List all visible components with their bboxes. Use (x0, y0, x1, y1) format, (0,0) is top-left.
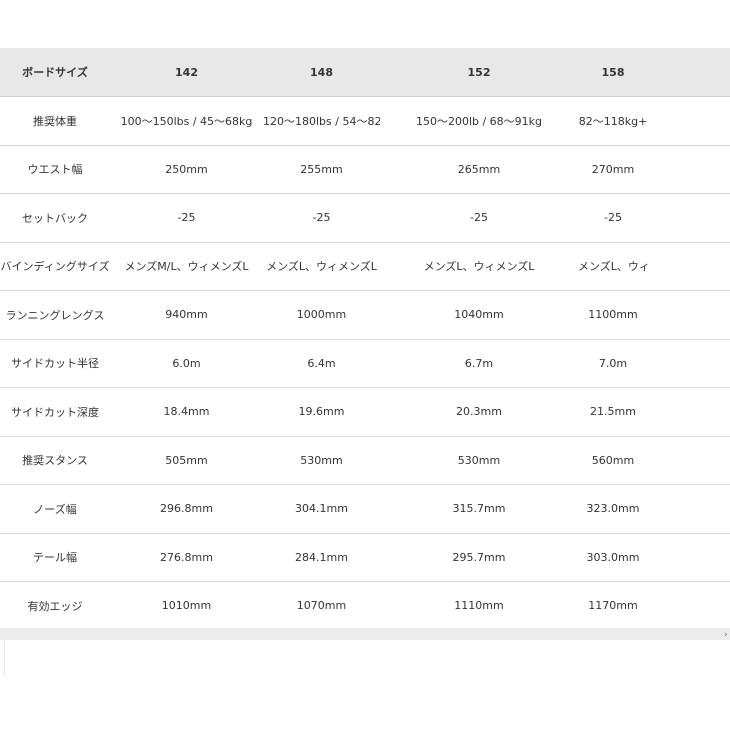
table-cell: 100～150lbs / 45～68kg (110, 96, 263, 146)
table-cell: 19.6mm (263, 387, 380, 437)
table-cell: 82～118kg+ (578, 96, 648, 146)
row-label: ウエスト幅 (0, 145, 110, 194)
spec-table: ボードサイズ 142 148 152 158 推奨体重 100～150lbs /… (0, 48, 730, 630)
table-row: セットバック -25 -25 -25 -25 (0, 193, 730, 243)
table-cell: メンズL、ウィメンズL (263, 242, 380, 291)
table-cell: -25 (380, 193, 578, 243)
row-label: ランニングレングス (0, 290, 110, 340)
table-cell: 505mm (110, 436, 263, 485)
table-cell: 284.1mm (263, 533, 380, 582)
row-label: バインディングサイズ (0, 242, 110, 291)
row-label: 有効エッジ (27, 599, 83, 613)
table-header-row: ボードサイズ 142 148 152 158 (0, 48, 730, 97)
table-cell: -25 (110, 193, 263, 243)
table-row: ランニングレングス 940mm 1000mm 1040mm 1100mm (0, 290, 730, 340)
table-cell: 1000mm (263, 290, 380, 340)
table-row: 推奨体重 100～150lbs / 45～68kg 120～180lbs / 5… (0, 96, 730, 146)
table-cell: 18.4mm (110, 387, 263, 437)
scroll-arrow-icon[interactable]: › (724, 630, 728, 640)
header-spacer (648, 48, 730, 97)
table-cell: 250mm (110, 145, 263, 194)
table-cell: 21.5mm (578, 387, 648, 437)
table-row: バインディングサイズ メンズM/L、ウィメンズL メンズL、ウィメンズL メンズ… (0, 242, 730, 291)
table-row: サイドカット半径 6.0m 6.4m 6.7m 7.0m (0, 339, 730, 388)
row-label: 推奨スタンス (0, 436, 110, 485)
table-cell: 120～180lbs / 54～82kg (263, 96, 380, 146)
table-cell: 265mm (380, 145, 578, 194)
table-cell: 276.8mm (110, 533, 263, 582)
row-label: ノーズ幅 (0, 484, 110, 534)
table-row: ウエスト幅 250mm 255mm 265mm 270mm (0, 145, 730, 194)
header-size-148: 148 (263, 48, 380, 97)
table-cell: 315.7mm (380, 484, 578, 534)
table-cell: 1110mm (454, 599, 504, 613)
row-label: テール幅 (0, 533, 110, 582)
table-cell: 560mm (578, 436, 648, 485)
table-cell: 7.0m (578, 339, 648, 388)
table-cell: メンズM/L、ウィメンズL (110, 242, 263, 291)
table-cell: 940mm (110, 290, 263, 340)
footer-tab (4, 640, 121, 676)
table-cell: 270mm (578, 145, 648, 194)
row-label: セットバック (0, 193, 110, 243)
table-row: テール幅 276.8mm 284.1mm 295.7mm 303.0mm (0, 533, 730, 582)
header-size-142: 142 (110, 48, 263, 97)
header-board-size: ボードサイズ (0, 48, 110, 97)
table-cell: 255mm (263, 145, 380, 194)
row-label: 推奨体重 (0, 96, 110, 146)
header-size-158: 158 (578, 48, 648, 97)
table-cell: 304.1mm (263, 484, 380, 534)
table-cell: 1010mm (161, 599, 212, 613)
table-row: 推奨スタンス 505mm 530mm 530mm 560mm (0, 436, 730, 485)
table-cell: 323.0mm (578, 484, 648, 534)
header-size-152: 152 (380, 48, 578, 97)
table-cell: 295.7mm (380, 533, 578, 582)
table-cell: メンズL、ウィメンズL (578, 242, 648, 291)
table-cell: 296.8mm (110, 484, 263, 534)
table-row: 有効エッジ 1010mm 1070mm 1110mm 1170mm (0, 582, 730, 630)
table-cell: 6.7m (380, 339, 578, 388)
table-row: サイドカット深度 18.4mm 19.6mm 20.3mm 21.5mm (0, 387, 730, 437)
table-cell: 303.0mm (578, 533, 648, 582)
table-cell: 1100mm (578, 290, 648, 340)
table-cell: 530mm (380, 436, 578, 485)
table-row: ノーズ幅 296.8mm 304.1mm 315.7mm 323.0mm (0, 484, 730, 534)
row-label: サイドカット深度 (0, 387, 110, 437)
table-cell: 20.3mm (380, 387, 578, 437)
table-cell: 1040mm (380, 290, 578, 340)
table-cell: メンズL、ウィメンズL (380, 242, 578, 291)
table-cell: 1070mm (296, 599, 347, 613)
table-footer-bar (0, 628, 730, 640)
table-cell: -25 (263, 193, 380, 243)
table-cell: 6.0m (110, 339, 263, 388)
row-label: サイドカット半径 (0, 339, 110, 388)
table-cell: -25 (578, 193, 648, 243)
table-cell: 530mm (263, 436, 380, 485)
table-cell: 150～200lb / 68～91kg (380, 96, 578, 146)
table-cell: 6.4m (263, 339, 380, 388)
table-cell: 1170mm (588, 599, 638, 613)
